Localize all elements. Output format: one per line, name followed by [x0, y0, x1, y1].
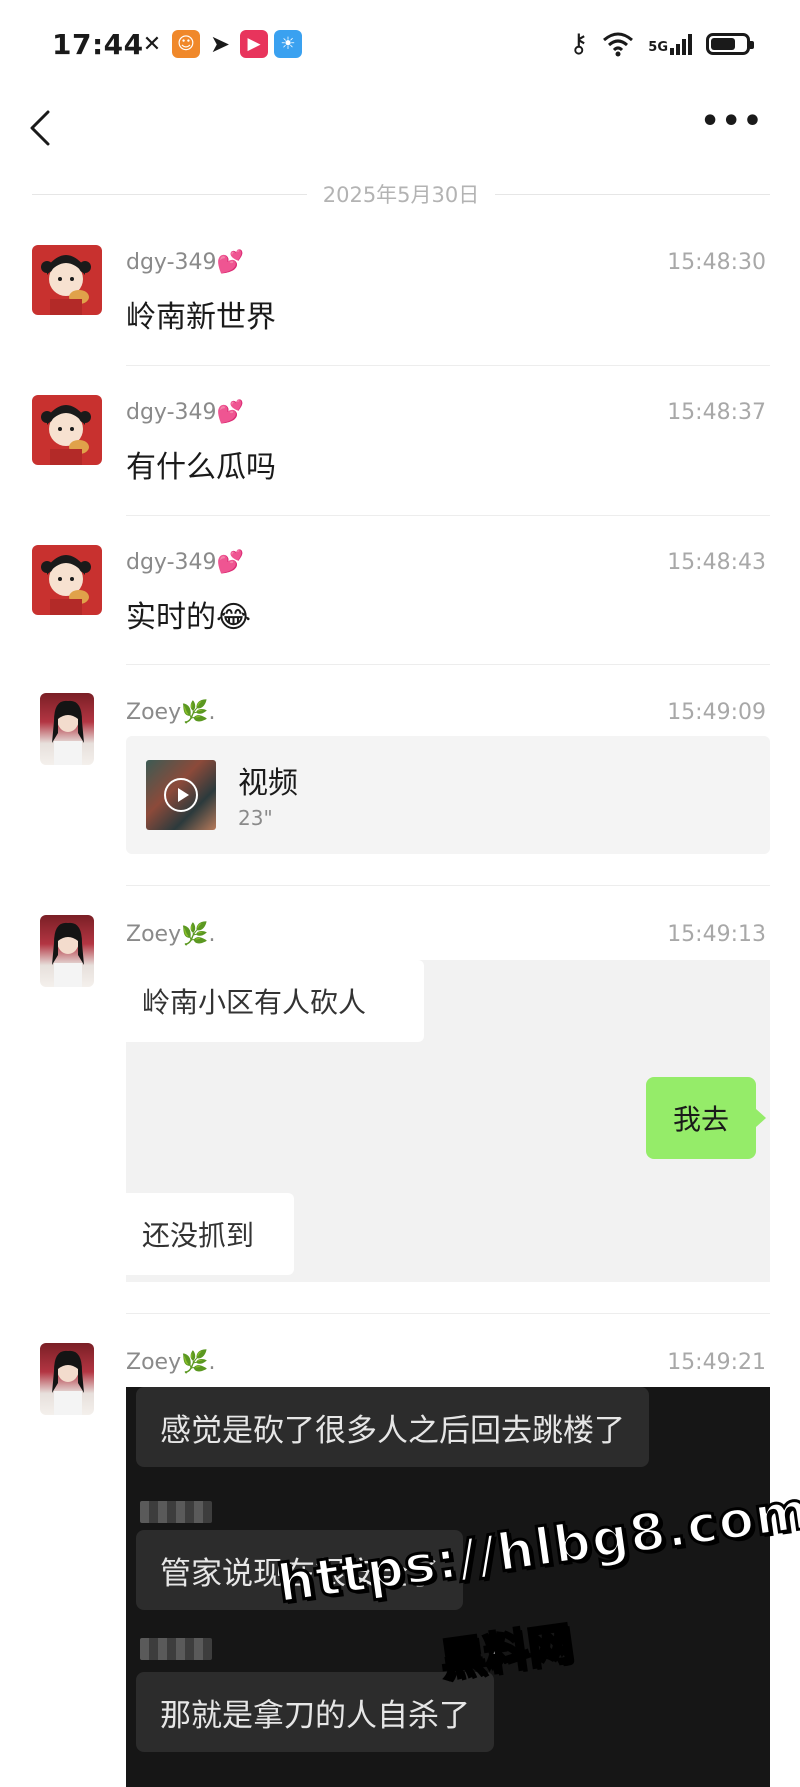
image-message[interactable]: 岭南小区有人砍人 我去 还没抓到 — [126, 960, 770, 1282]
avatar[interactable] — [32, 545, 102, 615]
date-text: 2025年5月30日 — [322, 183, 480, 207]
message-text: 实时的😂 — [126, 600, 252, 635]
more-options-icon[interactable]: ••• — [700, 107, 764, 137]
sender-name: Zoey🌿. — [126, 700, 216, 725]
avatar[interactable] — [32, 395, 102, 465]
blurred-name — [140, 1501, 212, 1523]
screenshot-bubble: 岭南小区有人砍人 — [126, 960, 424, 1042]
network-type: 5G — [648, 40, 668, 55]
message-time: 15:49:09 — [667, 700, 766, 725]
play-icon[interactable] — [164, 778, 198, 812]
avatar[interactable] — [32, 245, 102, 315]
screenshot-bubble: 还没抓到 — [126, 1193, 294, 1275]
back-icon[interactable] — [22, 108, 62, 148]
screenshot-bubble: 那就是拿刀的人自杀了 — [136, 1672, 494, 1752]
sender-name: dgy-349💕 — [126, 250, 244, 275]
message-time: 15:48:37 — [667, 400, 766, 425]
status-right: ⚷ 5G — [569, 26, 754, 62]
status-time: 17:44 — [52, 28, 144, 61]
divider — [126, 365, 770, 366]
sender-name: dgy-349💕 — [126, 550, 244, 575]
sender-name: dgy-349💕 — [126, 400, 244, 425]
app-shield-icon: ☺ — [172, 30, 200, 58]
video-label: 视频 — [238, 766, 298, 801]
avatar[interactable] — [40, 915, 94, 987]
status-bar: 17:44 ✕ ☺ ➤ ▶ ☀ ⚷ 5G — [0, 0, 800, 90]
divider — [126, 885, 770, 886]
divider — [126, 664, 770, 665]
video-thumbnail[interactable] — [146, 760, 216, 830]
message-time: 15:49:13 — [667, 922, 766, 947]
date-divider: 2025年5月30日 — [32, 182, 770, 207]
battery-icon — [706, 33, 754, 55]
message-text: 岭南新世界 — [126, 300, 276, 335]
divider — [126, 515, 770, 516]
sender-name: Zoey🌿. — [126, 1350, 216, 1375]
message-text: 有什么瓜吗 — [126, 450, 276, 485]
message-time: 15:48:30 — [667, 250, 766, 275]
wifi-icon — [603, 32, 634, 57]
blurred-name — [140, 1638, 212, 1660]
divider — [126, 1313, 770, 1314]
missed-call-icon: ✕ — [142, 31, 162, 57]
sender-name: Zoey🌿. — [126, 922, 216, 947]
video-app-icon: ▶ — [240, 30, 268, 58]
video-message[interactable]: 视频 23" — [126, 736, 770, 854]
video-duration: 23" — [238, 806, 273, 830]
key-icon: ⚷ — [569, 29, 589, 59]
screenshot-green-bubble: 我去 — [646, 1077, 766, 1159]
telegram-icon: ➤ — [209, 30, 231, 58]
message-time: 15:48:43 — [667, 550, 766, 575]
weather-app-icon: ☀ — [274, 30, 302, 58]
screenshot-bubble: 感觉是砍了很多人之后回去跳楼了 — [136, 1387, 649, 1467]
avatar[interactable] — [40, 693, 94, 765]
avatar[interactable] — [40, 1343, 94, 1415]
signal-icon: 5G — [648, 33, 692, 55]
message-time: 15:49:21 — [667, 1350, 766, 1375]
